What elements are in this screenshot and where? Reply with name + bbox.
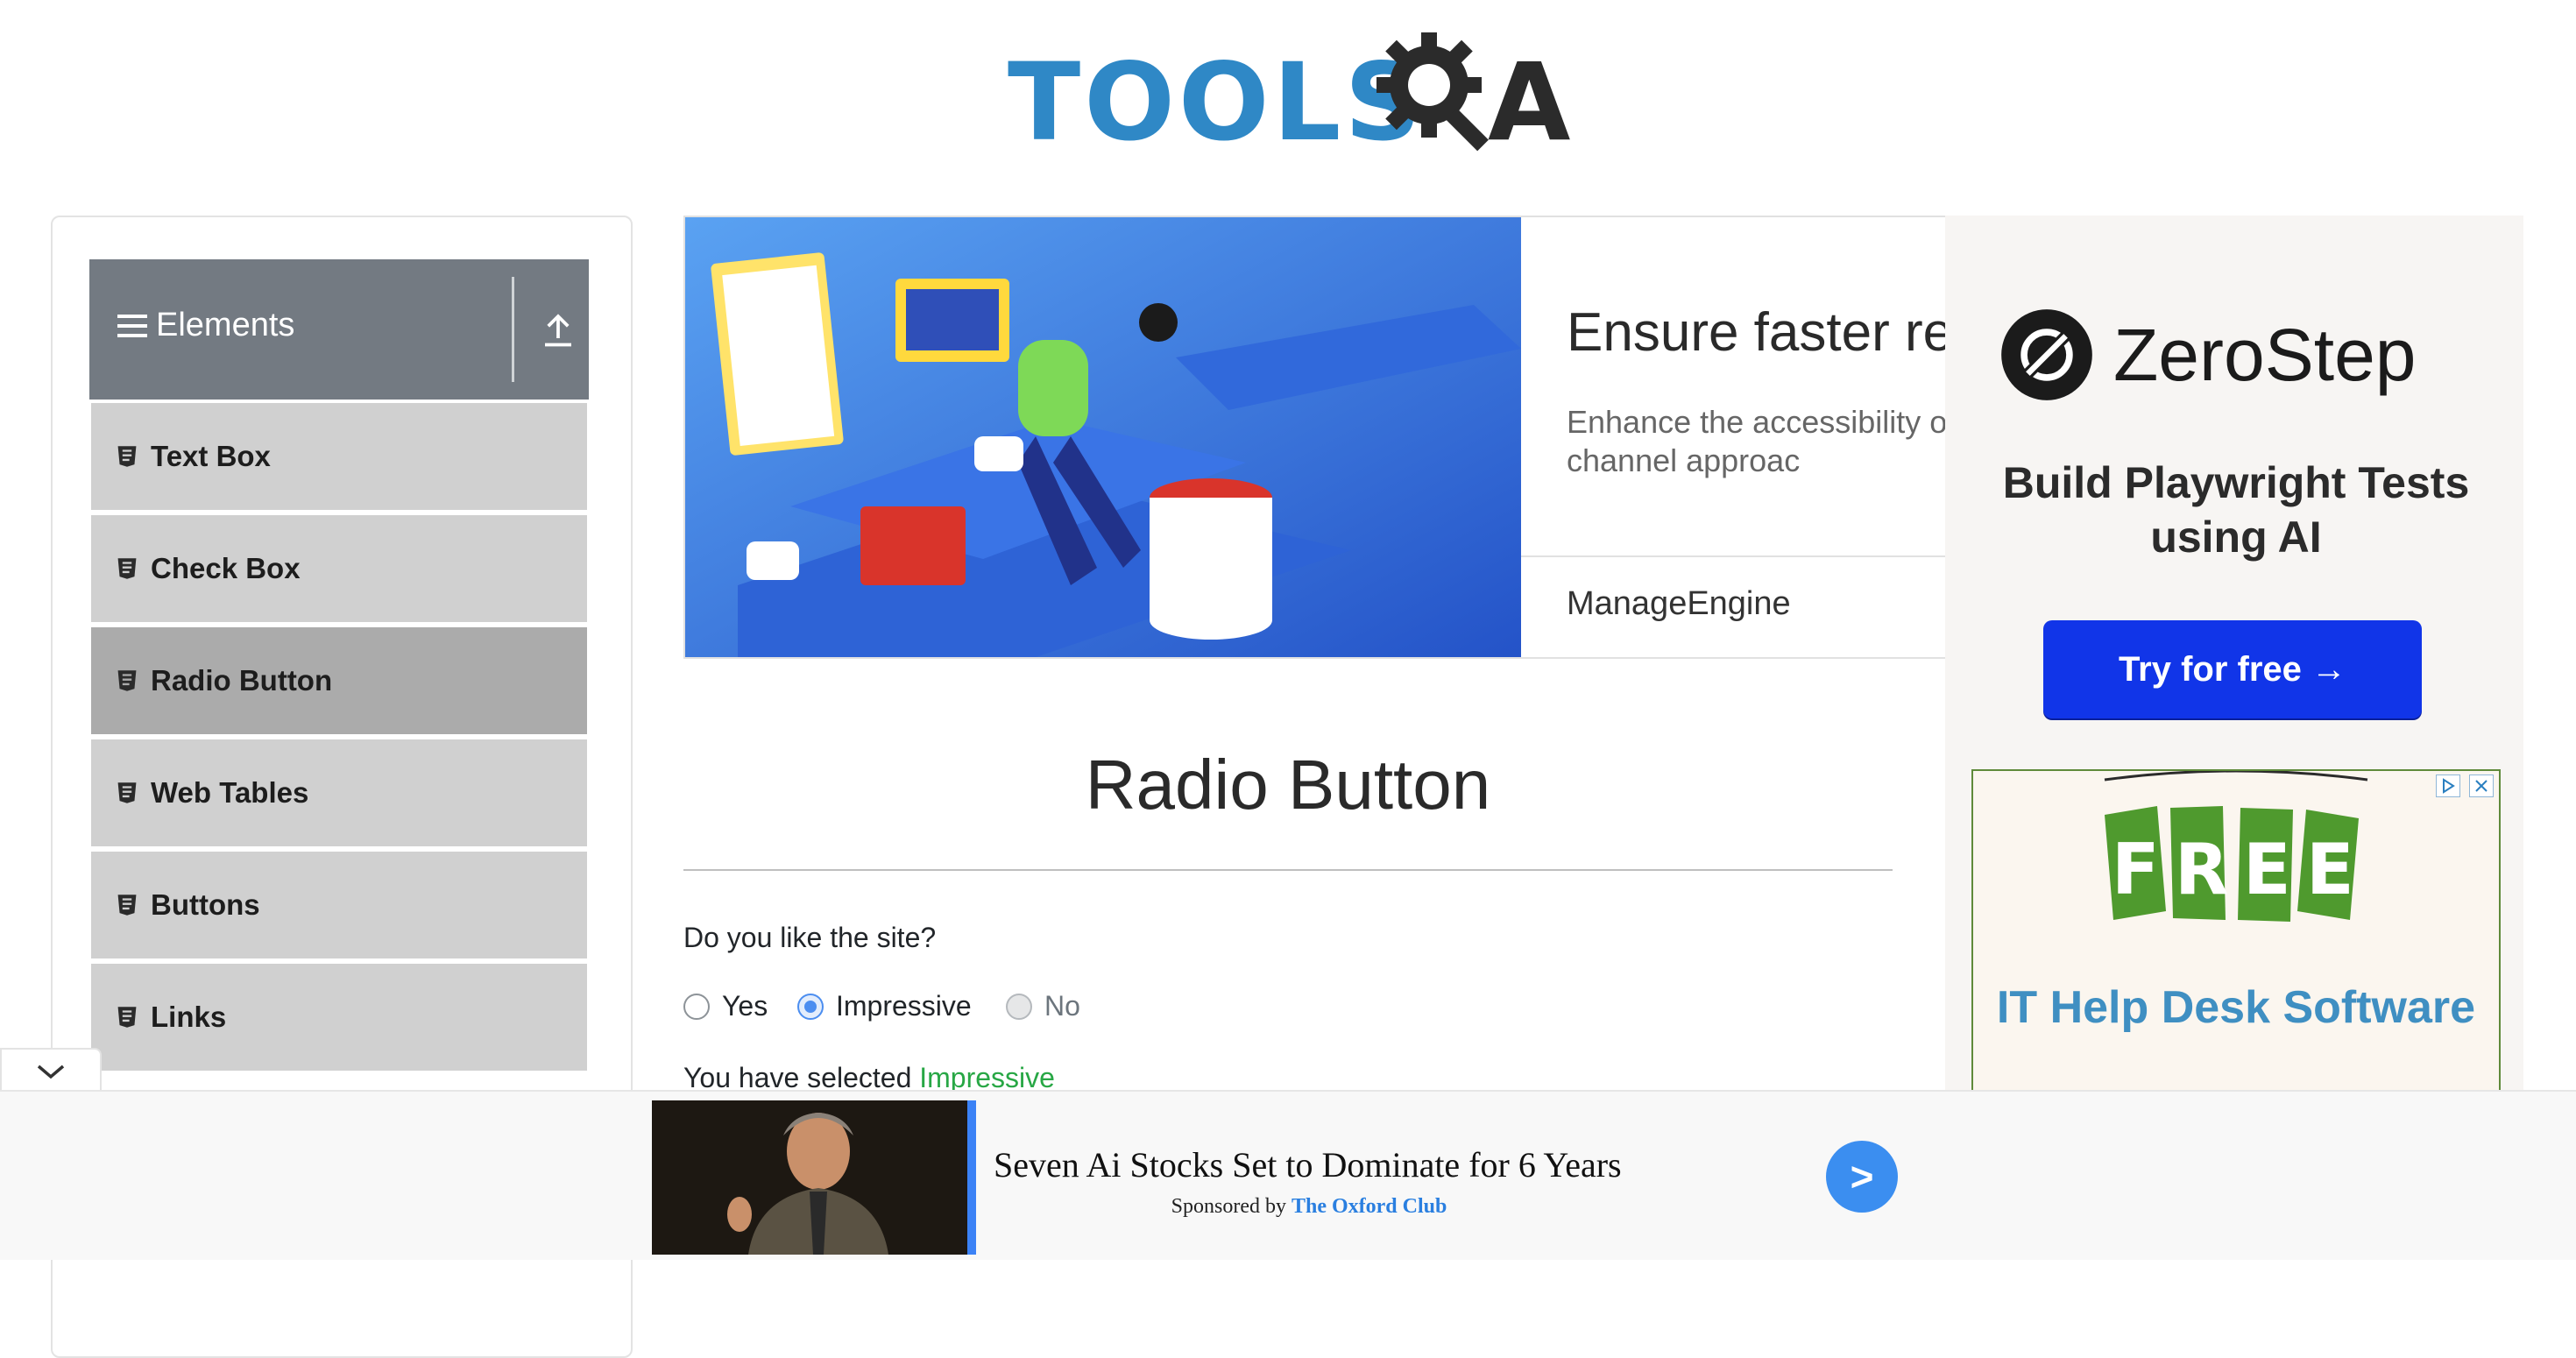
bottom-ad-go-button[interactable]: > (1826, 1141, 1898, 1213)
html5-icon (117, 670, 137, 691)
logo-text-tools: TOOLS (1008, 40, 1426, 165)
radio-impressive[interactable] (797, 993, 824, 1020)
bottom-ad-headline[interactable]: Seven Ai Stocks Set to Dominate for 6 Ye… (994, 1144, 1622, 1185)
sidebar-item-label: Buttons (151, 888, 260, 921)
radio-yes[interactable] (683, 993, 710, 1020)
zerostep-logo-icon (2001, 309, 2092, 400)
html5-icon (117, 446, 137, 467)
page-title: Radio Button (1085, 746, 1491, 824)
radio-option-impressive[interactable]: Impressive (797, 990, 972, 1022)
sponsored-prefix: Sponsored by (1171, 1195, 1292, 1218)
go-arrow: > (1850, 1154, 1874, 1199)
bottom-ad-accent (967, 1100, 976, 1255)
result-prefix: You have selected (683, 1062, 920, 1093)
banner-illustration (685, 217, 1521, 657)
radio-option-no: No (1006, 990, 1080, 1022)
elements-group-header[interactable]: Elements (89, 259, 589, 400)
presenter-photo (652, 1100, 967, 1255)
sidebar-item-text-box[interactable]: Text Box (91, 403, 587, 515)
gear-magnifier-icon (1376, 32, 1489, 152)
banner-body: Enhance the accessibility o our omni-cha… (1567, 404, 1948, 478)
zerostep-logo[interactable]: ZeroStep (1999, 307, 2490, 403)
sidebar-item-web-tables[interactable]: Web Tables (91, 739, 587, 852)
it-helpdesk-title: IT Help Desk Software (1996, 982, 2476, 1033)
sidebar-item-check-box[interactable]: Check Box (91, 515, 587, 627)
free-tag-letter: E (2306, 829, 2354, 910)
sidebar-item-label: Check Box (151, 552, 301, 584)
banner-headline: Ensure faster res (1567, 302, 1949, 363)
radio-label-yes[interactable]: Yes (722, 990, 768, 1022)
radio-no (1006, 993, 1032, 1020)
free-tag-letter: R (2175, 829, 2229, 910)
radio-option-yes[interactable]: Yes (683, 990, 768, 1022)
free-tag-letter: E (2243, 829, 2291, 910)
html5-icon (117, 558, 137, 579)
sidebar-item-label: Web Tables (151, 776, 309, 809)
zerostep-tagline: Build Playwright Tests using AI (2002, 458, 2470, 562)
try-for-free-button[interactable]: Try for free → (2043, 620, 2422, 718)
html5-icon (117, 1007, 137, 1028)
radio-label-impressive[interactable]: Impressive (836, 990, 972, 1022)
sidebar-item-label: Text Box (151, 440, 271, 472)
zerostep-brand-name: ZeroStep (2113, 313, 2417, 396)
radio-label-no: No (1044, 990, 1080, 1022)
close-icon[interactable] (2469, 774, 2494, 797)
question-label: Do you like the site? (683, 922, 937, 953)
sidebar-item-label: Radio Button (151, 664, 333, 697)
sidebar-item-links[interactable]: Links (91, 964, 587, 1076)
free-tags-graphic: F R E E (2104, 771, 2368, 922)
bottom-ad-image[interactable] (652, 1100, 967, 1255)
logo-text-a: A (1488, 40, 1571, 165)
banner-brand: ManageEngine (1567, 585, 1791, 622)
html5-icon (117, 782, 137, 803)
bottom-ad-sponsor: Sponsored by The Oxford Club (994, 1195, 1624, 1219)
it-helpdesk-ad[interactable]: F R E E IT Help Desk Software (1971, 769, 2501, 1097)
free-tag-letter: F (2112, 829, 2160, 910)
banner-divider (1521, 555, 1947, 557)
chevron-down-icon (37, 1064, 65, 1079)
html5-icon (117, 895, 137, 916)
result-value: Impressive (919, 1062, 1055, 1093)
toolsqa-logo[interactable]: TOOLS A (1008, 25, 1577, 165)
scroll-toggle-button[interactable] (0, 1048, 102, 1093)
group-title-label: Elements (156, 307, 295, 343)
title-divider (683, 869, 1893, 871)
sponsor-name[interactable]: The Oxford Club (1292, 1195, 1447, 1218)
header-divider (512, 277, 514, 382)
group-title: Elements (117, 307, 294, 344)
sidebar-item-buttons[interactable]: Buttons (91, 852, 587, 964)
sidebar-item-radio-button[interactable]: Radio Button (91, 627, 587, 739)
adchoices-icon[interactable] (2436, 774, 2460, 797)
sidebar-item-label: Links (151, 1001, 227, 1033)
banner-ad[interactable]: Ensure faster res Enhance the accessibil… (683, 216, 1949, 659)
hamburger-icon (117, 314, 147, 337)
collapse-upload-icon[interactable] (536, 308, 580, 351)
